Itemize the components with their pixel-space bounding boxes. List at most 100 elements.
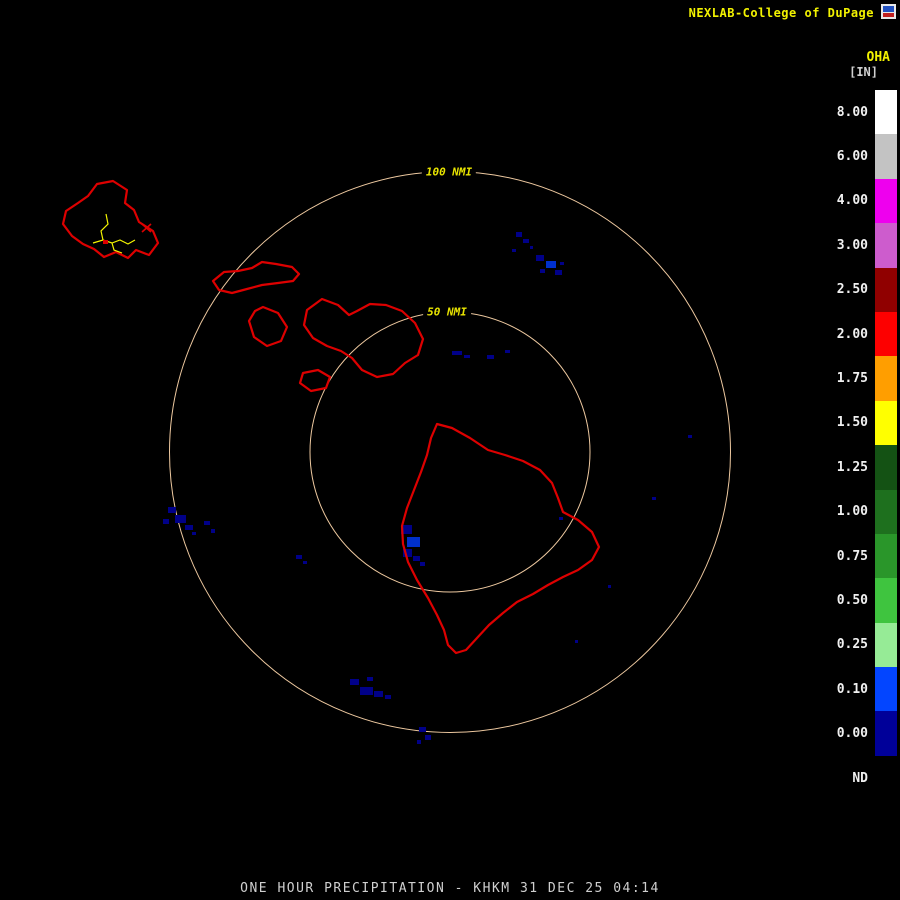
legend-swatch (875, 667, 897, 712)
precip-echo (452, 351, 462, 355)
precip-echo (417, 740, 421, 744)
precip-echo (560, 262, 564, 265)
legend-label: 0.75 (836, 548, 868, 564)
radar-display: 100 NMI 50 NMI NEXLAB-College of DuPage … (0, 0, 900, 900)
page-title: NEXLAB-College of DuPage (688, 6, 874, 20)
legend-swatch (875, 445, 897, 490)
precip-echo (413, 556, 420, 561)
legend-row: 1.00 (836, 489, 897, 534)
legend-swatch (875, 755, 897, 801)
legend-swatch (875, 489, 897, 534)
island-molokai-outline (211, 260, 301, 295)
units-label: [IN] (849, 65, 878, 79)
ring-label-50nmi: 50 NMI (423, 305, 471, 319)
island-kahoolawe-outline (298, 368, 332, 393)
precip-echo (175, 515, 186, 523)
legend-row: 0.00 (836, 711, 897, 756)
precip-echo (163, 519, 169, 524)
legend-label: 4.00 (836, 193, 868, 209)
legend-label: 6.00 (836, 149, 868, 165)
precip-echo (385, 695, 391, 699)
legend-swatch (875, 134, 897, 179)
color-scale: 8.00 6.00 4.00 3.00 2.50 2.00 1.75 1.50 1.25 1.00… (836, 90, 897, 801)
legend-swatch (875, 356, 897, 401)
precip-echo (192, 532, 196, 535)
precip-echo (464, 355, 470, 358)
precip-echo (516, 232, 522, 237)
legend-row: 0.50 (836, 578, 897, 623)
precip-echo (303, 561, 307, 564)
precip-echo (168, 507, 176, 513)
legend-label: 1.50 (836, 415, 868, 431)
island-hawaii-outline (400, 422, 601, 655)
legend-swatch (875, 711, 897, 756)
legend-row: 3.00 (836, 223, 897, 268)
oahu-roads (92, 213, 136, 254)
range-ring-50nmi (309, 311, 591, 593)
precip-echo (608, 585, 611, 588)
cod-logo-icon (881, 4, 896, 19)
legend-swatch (875, 223, 897, 268)
precip-echo (407, 537, 420, 547)
precip-echo (425, 735, 431, 740)
precip-echo (536, 255, 544, 261)
precip-echo (559, 517, 563, 520)
precip-echo (296, 555, 302, 559)
legend-row: 2.50 (837, 267, 897, 312)
legend-label: 1.25 (836, 459, 868, 475)
legend-swatch (875, 400, 897, 446)
precip-echo (652, 497, 656, 500)
honolulu-marker (103, 240, 108, 244)
legend-label: 1.75 (836, 371, 868, 387)
legend-row: 1.50 (836, 400, 897, 446)
legend-swatch (875, 622, 897, 668)
precip-echo (204, 521, 210, 525)
island-outlines (61, 179, 601, 655)
legend-swatch (875, 178, 897, 224)
island-lanai-outline (247, 305, 289, 348)
legend-label: 0.50 (836, 592, 868, 608)
legend-row: 0.25 (837, 622, 897, 668)
precip-echo (540, 269, 545, 273)
road-line (92, 239, 136, 245)
island-maui-outline (302, 297, 425, 379)
legend-swatch (875, 267, 897, 312)
precip-echo (546, 261, 556, 268)
legend-row: 4.00 (836, 178, 897, 224)
legend-label: 0.10 (836, 681, 868, 697)
precip-echo (374, 691, 383, 697)
precip-echo (360, 687, 373, 695)
precip-echo (505, 350, 510, 353)
product-caption: ONE HOUR PRECIPITATION - KHKM 31 DEC 25 … (240, 881, 660, 896)
legend-label: 1.00 (836, 504, 868, 520)
legend-swatch (875, 578, 897, 623)
road-line (111, 242, 123, 254)
legend-swatch (875, 533, 897, 579)
precip-echo (420, 562, 425, 566)
legend-label: 3.00 (836, 237, 868, 253)
precip-echo (367, 677, 373, 681)
legend-row: 8.00 (837, 90, 897, 135)
legend-label: ND (852, 770, 868, 786)
precip-echo (350, 679, 359, 685)
precip-echo (419, 727, 426, 732)
radar-map (61, 171, 731, 744)
precip-echo (185, 525, 193, 530)
legend-label: 0.00 (836, 726, 868, 742)
precip-echo (523, 239, 529, 243)
legend-row: 1.25 (836, 445, 897, 490)
legend-label: 2.00 (836, 326, 868, 342)
road-line (100, 213, 109, 241)
legend-row: 0.10 (836, 667, 897, 712)
legend-row: 1.75 (836, 356, 897, 401)
ring-label-100nmi: 100 NMI (421, 165, 477, 179)
legend-row: 2.00 (836, 311, 897, 357)
precip-echo (512, 249, 516, 252)
precip-echo (555, 270, 562, 275)
legend-row: 6.00 (836, 134, 897, 179)
precip-echo (688, 435, 692, 438)
island-oahu-outline (61, 179, 160, 260)
precip-echo (487, 355, 494, 359)
legend-row: 0.75 (836, 533, 897, 579)
legend-swatch (875, 311, 897, 357)
